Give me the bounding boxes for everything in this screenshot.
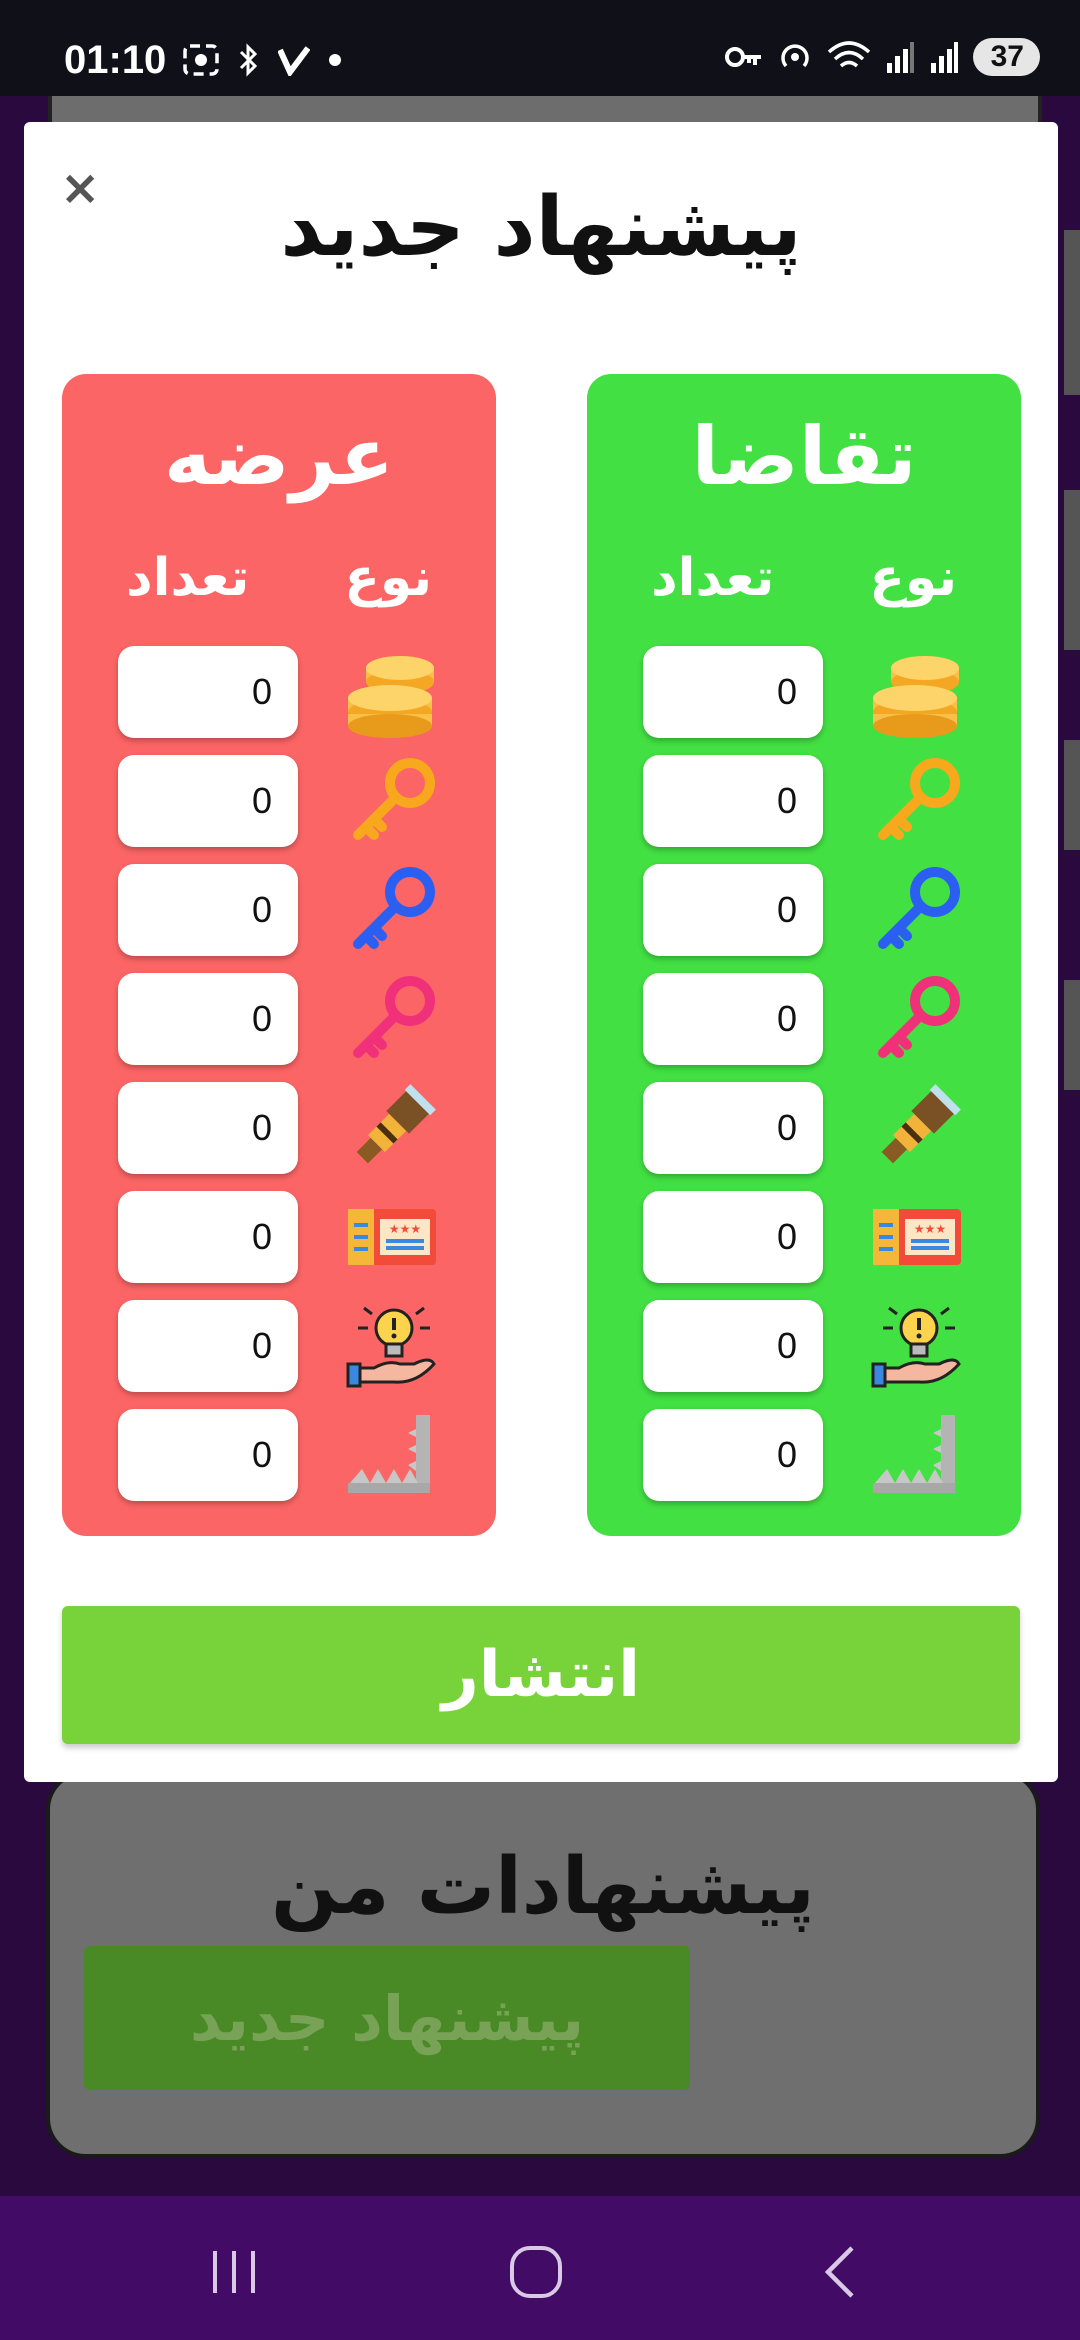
demand-quantity-input[interactable]: 0 — [643, 646, 823, 738]
dot-icon — [329, 54, 341, 66]
recent-apps-icon[interactable] — [204, 2242, 264, 2302]
supply-panel: عرضه نوع تعداد 0 0 0 0 0 0 ★★★ 0 0 — [62, 374, 496, 1536]
my-offers-title: پیشنهادات من — [271, 1842, 815, 1932]
demand-quantity-input[interactable]: 0 — [643, 864, 823, 956]
status-time: 01:10 — [64, 38, 167, 82]
idea-hand-icon — [869, 1298, 965, 1394]
coins-icon — [869, 644, 965, 740]
trap-icon — [344, 1407, 440, 1503]
navigation-bar — [0, 2196, 1080, 2340]
v-app-icon — [278, 46, 310, 76]
pink-key-icon — [344, 971, 440, 1067]
demand-count-header: تعداد — [651, 548, 775, 608]
svg-text:★★★: ★★★ — [914, 1222, 946, 1236]
supply-quantity-input[interactable]: 0 — [118, 973, 298, 1065]
supply-quantity-input[interactable]: 0 — [118, 864, 298, 956]
supply-item-row: 0 — [62, 1080, 496, 1176]
ticket-icon: ★★★ — [869, 1189, 965, 1285]
background-right-edge — [1064, 230, 1080, 1130]
bluetooth-icon — [239, 43, 258, 77]
supply-count-header: تعداد — [126, 548, 250, 608]
supply-type-header: نوع — [344, 548, 432, 608]
telescope-icon — [869, 1080, 965, 1176]
gold-key-icon — [869, 753, 965, 849]
supply-item-row: 0 — [62, 1298, 496, 1394]
supply-title: عرضه — [163, 410, 395, 503]
demand-item-row: 0 — [587, 862, 1021, 958]
supply-quantity-input[interactable]: 0 — [118, 1191, 298, 1283]
publish-button[interactable]: انتشار — [62, 1606, 1020, 1744]
supply-item-row: 0 — [62, 862, 496, 958]
supply-item-row: 0 — [62, 753, 496, 849]
demand-title: تقاضا — [691, 410, 917, 503]
supply-quantity-input[interactable]: 0 — [118, 1409, 298, 1501]
home-icon[interactable] — [506, 2242, 566, 2302]
supply-item-row: 0 — [62, 1407, 496, 1503]
vpn-key-icon — [724, 47, 761, 67]
demand-item-row: 0 — [587, 1080, 1021, 1176]
demand-item-row: 0 — [587, 1407, 1021, 1503]
signal-icon — [886, 42, 914, 73]
idea-hand-icon — [344, 1298, 440, 1394]
my-offers-card: پیشنهادات من پیشنهاد جدید — [46, 1770, 1040, 2158]
demand-type-header: نوع — [869, 548, 957, 608]
demand-quantity-input[interactable]: 0 — [643, 1409, 823, 1501]
demand-item-row: 0 — [587, 753, 1021, 849]
supply-item-row: 0 — [62, 644, 496, 740]
signal-2-icon — [930, 42, 958, 73]
demand-quantity-input[interactable]: 0 — [643, 755, 823, 847]
new-offer-button[interactable]: پیشنهاد جدید — [84, 1946, 690, 2090]
supply-quantity-input[interactable]: 0 — [118, 755, 298, 847]
demand-panel: تقاضا نوع تعداد 0 0 0 0 0 0 ★★★ 0 0 — [587, 374, 1021, 1536]
new-offer-modal: × پیشنهاد جدید عرضه نوع تعداد 0 0 0 0 0 0 ★★★ 0… — [24, 122, 1058, 1782]
supply-quantity-input[interactable]: 0 — [118, 1300, 298, 1392]
ticket-icon: ★★★ — [344, 1189, 440, 1285]
blue-key-icon — [344, 862, 440, 958]
pink-key-icon — [869, 971, 965, 1067]
battery-level: 37 — [972, 38, 1040, 76]
demand-quantity-input[interactable]: 0 — [643, 1082, 823, 1174]
blue-key-icon — [869, 862, 965, 958]
status-bar: 01:10 37 — [0, 0, 1080, 96]
gold-key-icon — [344, 753, 440, 849]
demand-item-row: 0 — [587, 644, 1021, 740]
supply-item-row: 0 ★★★ — [62, 1189, 496, 1285]
modal-title: پیشنهاد جدید — [280, 180, 802, 275]
screenshot-icon — [183, 44, 219, 76]
coins-icon — [344, 644, 440, 740]
back-icon[interactable] — [810, 2242, 870, 2302]
hotspot-icon — [780, 44, 809, 68]
supply-quantity-input[interactable]: 0 — [118, 646, 298, 738]
telescope-icon — [344, 1080, 440, 1176]
trap-icon — [869, 1407, 965, 1503]
supply-quantity-input[interactable]: 0 — [118, 1082, 298, 1174]
demand-quantity-input[interactable]: 0 — [643, 973, 823, 1065]
demand-quantity-input[interactable]: 0 — [643, 1191, 823, 1283]
wifi-icon — [827, 41, 870, 68]
demand-item-row: 0 — [587, 1298, 1021, 1394]
demand-quantity-input[interactable]: 0 — [643, 1300, 823, 1392]
supply-item-row: 0 — [62, 971, 496, 1067]
svg-text:★★★: ★★★ — [389, 1222, 421, 1236]
demand-item-row: 0 ★★★ — [587, 1189, 1021, 1285]
demand-item-row: 0 — [587, 971, 1021, 1067]
